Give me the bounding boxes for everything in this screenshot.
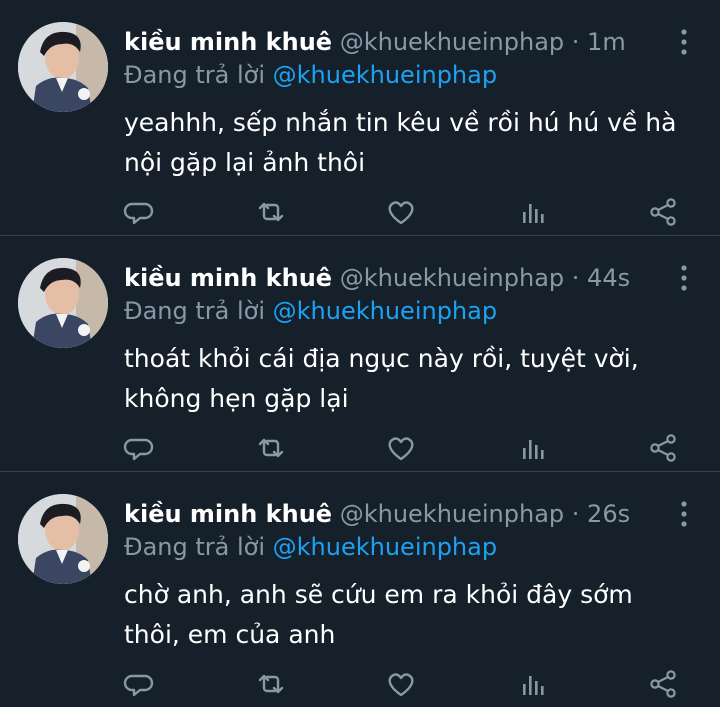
analytics-icon[interactable]: [516, 431, 550, 465]
tweet-header: kiều minh khuê @khuekhueinphap · 44s: [124, 261, 656, 295]
tweet-header: kiều minh khuê @khuekhueinphap · 1m: [124, 25, 656, 59]
more-icon[interactable]: [674, 500, 694, 528]
tweet-actions: [0, 667, 720, 701]
reply-context: Đang trả lời @khuekhueinphap: [124, 58, 497, 92]
timestamp[interactable]: 1m: [587, 28, 626, 56]
handle[interactable]: @khuekhueinphap: [340, 500, 564, 528]
reply-mention-link[interactable]: @khuekhueinphap: [273, 533, 497, 561]
display-name[interactable]: kiều minh khuê: [124, 264, 332, 292]
analytics-icon[interactable]: [516, 667, 550, 701]
separator: ·: [564, 264, 588, 292]
tweet-text: chờ anh, anh sẽ cứu em ra khỏi đây sớm t…: [124, 580, 633, 649]
reply-mention-link[interactable]: @khuekhueinphap: [273, 297, 497, 325]
reply-prefix: Đang trả lời: [124, 297, 273, 325]
tweet-feed: kiều minh khuê @khuekhueinphap · 1m Đang…: [0, 0, 720, 707]
tweet-text: thoát khỏi cái địa ngục này rồi, tuyệt v…: [124, 344, 639, 413]
avatar-image: [18, 494, 108, 584]
avatar[interactable]: [18, 494, 108, 584]
avatar-image: [18, 22, 108, 112]
tweet[interactable]: kiều minh khuê @khuekhueinphap · 44s Đan…: [0, 236, 720, 472]
avatar-image: [18, 258, 108, 348]
tweet-actions: [0, 431, 720, 465]
separator: ·: [564, 28, 588, 56]
timestamp[interactable]: 44s: [587, 264, 630, 292]
reply-prefix: Đang trả lời: [124, 61, 273, 89]
like-icon[interactable]: [384, 431, 418, 465]
share-icon[interactable]: [646, 195, 680, 229]
timestamp[interactable]: 26s: [587, 500, 630, 528]
tweet[interactable]: kiều minh khuê @khuekhueinphap · 1m Đang…: [0, 0, 720, 236]
retweet-icon[interactable]: [254, 667, 288, 701]
reply-context: Đang trả lời @khuekhueinphap: [124, 530, 497, 564]
reply-icon[interactable]: [122, 431, 156, 465]
handle[interactable]: @khuekhueinphap: [340, 28, 564, 56]
more-icon[interactable]: [674, 28, 694, 56]
retweet-icon[interactable]: [254, 431, 288, 465]
share-icon[interactable]: [646, 431, 680, 465]
reply-icon[interactable]: [122, 667, 156, 701]
more-icon[interactable]: [674, 264, 694, 292]
tweet-text: yeahhh, sếp nhắn tin kêu về rồi hú hú về…: [124, 108, 677, 177]
reply-prefix: Đang trả lời: [124, 533, 273, 561]
like-icon[interactable]: [384, 195, 418, 229]
handle[interactable]: @khuekhueinphap: [340, 264, 564, 292]
reply-icon[interactable]: [122, 195, 156, 229]
tweet-header: kiều minh khuê @khuekhueinphap · 26s: [124, 497, 656, 531]
share-icon[interactable]: [646, 667, 680, 701]
display-name[interactable]: kiều minh khuê: [124, 500, 332, 528]
reply-context: Đang trả lời @khuekhueinphap: [124, 294, 497, 328]
analytics-icon[interactable]: [516, 195, 550, 229]
avatar[interactable]: [18, 22, 108, 112]
avatar[interactable]: [18, 258, 108, 348]
tweet[interactable]: kiều minh khuê @khuekhueinphap · 26s Đan…: [0, 472, 720, 707]
reply-mention-link[interactable]: @khuekhueinphap: [273, 61, 497, 89]
tweet-actions: [0, 195, 720, 229]
display-name[interactable]: kiều minh khuê: [124, 28, 332, 56]
separator: ·: [564, 500, 588, 528]
retweet-icon[interactable]: [254, 195, 288, 229]
like-icon[interactable]: [384, 667, 418, 701]
